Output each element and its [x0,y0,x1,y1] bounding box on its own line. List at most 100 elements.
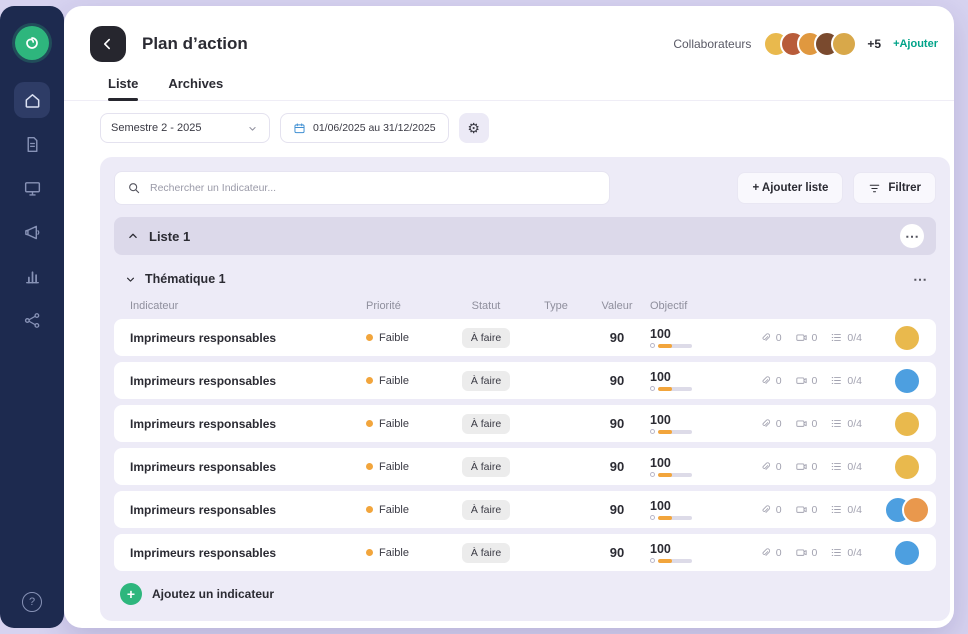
status-badge[interactable]: À faire [462,328,510,348]
help-icon: ? [29,596,35,608]
objective-cell: 100 [650,542,748,563]
chevron-down-icon[interactable] [124,273,137,286]
media-count[interactable]: 0 [795,546,818,559]
indicator-row[interactable]: Imprimeurs responsables Faible À faire 9… [114,491,936,528]
add-collaborator-button[interactable]: +Ajouter [893,38,938,50]
collaborators-label: Collaborateurs [673,37,751,51]
chevron-up-icon[interactable] [126,229,140,243]
sidebar-item-documents[interactable] [14,126,50,162]
chart-icon [23,267,42,286]
objective-cell: 100 [650,413,748,434]
indicator-name[interactable]: Imprimeurs responsables [114,331,366,345]
plus-icon: + [120,583,142,605]
status-badge[interactable]: À faire [462,371,510,391]
filter-icon [868,182,881,195]
indicator-row[interactable]: Imprimeurs responsables Faible À faire 9… [114,319,936,356]
add-list-button[interactable]: + Ajouter liste [737,172,843,204]
theme-row[interactable]: Thématique 1 ⋯ [124,267,932,291]
attachment-count[interactable]: 0 [759,460,782,473]
indicator-name[interactable]: Imprimeurs responsables [114,460,366,474]
priority-cell: Faible [366,461,444,473]
date-range-picker[interactable]: 01/06/2025 au 31/12/2025 [280,113,449,143]
status-badge[interactable]: À faire [462,414,510,434]
checklist-count[interactable]: 0/4 [830,374,862,387]
indicator-row[interactable]: Imprimeurs responsables Faible À faire 9… [114,362,936,399]
status-cell: À faire [444,328,528,348]
row-avatars[interactable] [878,367,936,395]
back-button[interactable] [90,26,126,62]
media-count[interactable]: 0 [795,417,818,430]
value-cell: 90 [584,416,650,431]
checklist-count[interactable]: 0/4 [830,331,862,344]
avatar [893,453,921,481]
sidebar-item-network[interactable] [14,302,50,338]
media-count[interactable]: 0 [795,460,818,473]
progress-dot-icon [650,472,655,477]
indicator-name[interactable]: Imprimeurs responsables [114,546,366,560]
indicator-row[interactable]: Imprimeurs responsables Faible À faire 9… [114,534,936,571]
checklist-count[interactable]: 0/4 [830,460,862,473]
row-avatars[interactable] [878,539,936,567]
list-more-menu[interactable]: ⋯ [900,224,924,248]
status-badge[interactable]: À faire [462,543,510,563]
list-panel: + Ajouter liste Filtrer Liste 1 ⋯ Thémat… [100,157,950,621]
sidebar-item-announcements[interactable] [14,214,50,250]
row-avatars[interactable] [878,453,936,481]
checklist-count[interactable]: 0/4 [830,546,862,559]
col-value: Valeur [584,300,650,312]
sidebar-item-stats[interactable] [14,258,50,294]
checklist-count[interactable]: 0/4 [830,503,862,516]
add-indicator-button[interactable]: + Ajoutez un indicateur [120,583,936,605]
table-header: Indicateur Priorité Statut Type Valeur O… [114,300,936,312]
row-avatars[interactable] [878,410,936,438]
search-input[interactable] [150,182,597,194]
collaborator-avatars[interactable] [763,31,857,57]
progress-dot-icon [650,429,655,434]
sidebar-item-screen[interactable] [14,170,50,206]
document-icon [23,135,42,154]
sidebar-item-home[interactable] [14,82,50,118]
objective-progress [650,515,748,520]
attachment-count[interactable]: 0 [759,503,782,516]
progress-dot-icon [650,558,655,563]
help-button[interactable]: ? [22,592,42,612]
settings-button[interactable]: ⚙ [459,113,489,143]
semester-select-value: Semestre 2 - 2025 [111,122,202,134]
row-avatars[interactable] [878,324,936,352]
objective-progress [650,472,748,477]
paperclip-icon [759,460,772,473]
list-header-bar[interactable]: Liste 1 ⋯ [114,217,936,255]
status-cell: À faire [444,543,528,563]
attachment-count[interactable]: 0 [759,546,782,559]
status-badge[interactable]: À faire [462,457,510,477]
tab-liste[interactable]: Liste [108,76,138,100]
indicator-row[interactable]: Imprimeurs responsables Faible À faire 9… [114,405,936,442]
app-logo[interactable] [15,26,49,60]
media-count[interactable]: 0 [795,331,818,344]
main-card: Plan d’action Collaborateurs +5 +Ajouter… [64,6,954,628]
indicator-name[interactable]: Imprimeurs responsables [114,503,366,517]
semester-select[interactable]: Semestre 2 - 2025 [100,113,270,143]
indicator-name[interactable]: Imprimeurs responsables [114,374,366,388]
indicator-name[interactable]: Imprimeurs responsables [114,417,366,431]
checklist-count[interactable]: 0/4 [830,417,862,430]
attachment-count[interactable]: 0 [759,331,782,344]
tab-archives[interactable]: Archives [168,76,223,100]
attachment-count[interactable]: 0 [759,374,782,387]
theme-more-menu[interactable]: ⋯ [908,267,932,291]
priority-cell: Faible [366,375,444,387]
row-counters: 0 0 0/4 [748,503,878,516]
value-cell: 90 [584,545,650,560]
theme-title: Thématique 1 [145,272,226,286]
indicator-row[interactable]: Imprimeurs responsables Faible À faire 9… [114,448,936,485]
media-count[interactable]: 0 [795,374,818,387]
home-icon [23,91,42,110]
row-avatars[interactable] [878,496,936,524]
search-icon [127,181,141,195]
attachment-count[interactable]: 0 [759,417,782,430]
media-count[interactable]: 0 [795,503,818,516]
paperclip-icon [759,503,772,516]
filter-button[interactable]: Filtrer [853,172,936,204]
row-counters: 0 0 0/4 [748,546,878,559]
status-badge[interactable]: À faire [462,500,510,520]
